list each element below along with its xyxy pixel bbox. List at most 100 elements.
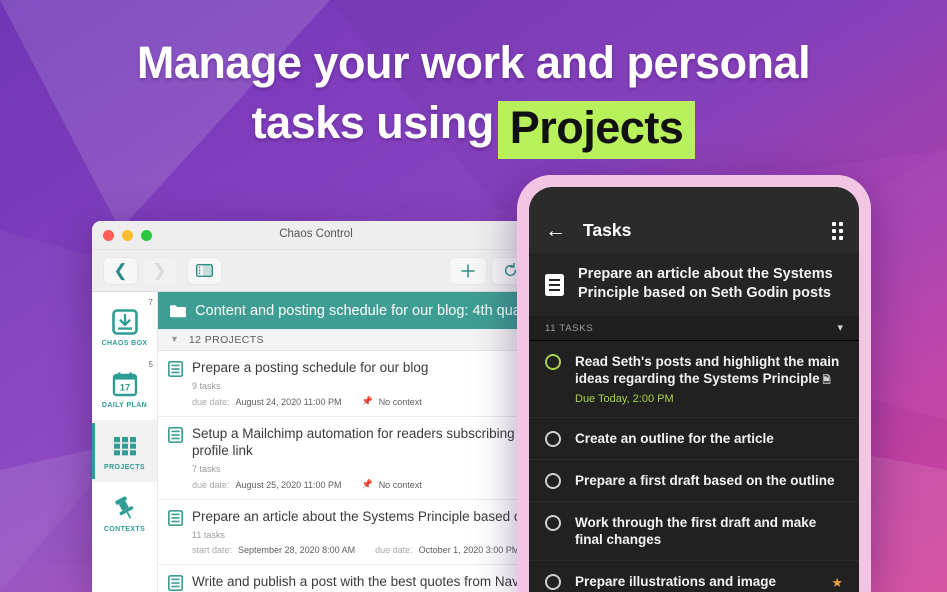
phone-task-row[interactable]: Read Seth's posts and highlight the main… [529, 341, 859, 418]
task-checkbox[interactable] [545, 473, 561, 489]
project-meta: due date: August 24, 2020 11:00 PM 📌 No … [192, 396, 530, 407]
project-row[interactable]: Prepare an article about the Systems Pri… [158, 500, 540, 565]
task-content: Prepare a first draft based on the outli… [575, 472, 843, 489]
sidebar-label-chaos-box: CHAOS BOX [101, 339, 148, 347]
pin-icon: 📌 [361, 396, 373, 406]
toggle-sidebar-button[interactable] [188, 257, 221, 284]
phone-task-row[interactable]: Prepare a first draft based on the outli… [529, 460, 859, 502]
task-content: Create an outline for the article [575, 430, 843, 447]
phone-screen: ← Tasks Prepare an article about the Sys… [529, 187, 859, 592]
task-checkbox[interactable] [545, 515, 561, 531]
due-date-label: due date: [192, 396, 230, 407]
sidebar-badge-chaos-box: 7 [148, 298, 153, 307]
phone-screen-title: Tasks [583, 220, 632, 240]
start-date-label: start date: [192, 545, 233, 555]
task-title: Prepare illustrations and image [575, 574, 777, 589]
phone-app-bar: ← Tasks [529, 208, 859, 253]
start-date-value: September 28, 2020 8:00 AM [238, 545, 356, 555]
phone-mockup: ← Tasks Prepare an article about the Sys… [517, 175, 871, 592]
project-icon [168, 510, 183, 526]
task-checkbox[interactable] [545, 431, 561, 447]
sidebar-label-projects: PROJECTS [104, 463, 145, 471]
task-checkbox[interactable] [545, 354, 561, 370]
project-header-bar[interactable]: Content and posting schedule for our blo… [158, 292, 540, 329]
chevron-down-icon: ▼ [170, 334, 179, 344]
desktop-app-window: Chaos Control ❮ ❯ 7 CHAOS BOX 5 17 DAILY… [92, 221, 540, 592]
star-icon[interactable]: ★ [831, 575, 843, 591]
back-arrow-icon[interactable]: ← [545, 220, 566, 241]
note-icon: 🗎 [822, 375, 831, 386]
project-icon [545, 273, 564, 296]
plus-icon [461, 264, 475, 277]
forward-button[interactable]: ❯ [143, 257, 176, 284]
phone-tasks-section-header[interactable]: 11 TASKS ▾ [529, 316, 859, 341]
task-content: Read Seth's posts and highlight the main… [575, 353, 843, 405]
window-toolbar: ❮ ❯ [92, 250, 540, 292]
task-checkbox[interactable] [545, 574, 561, 590]
window-body: 7 CHAOS BOX 5 17 DAILY PLAN PROJECTS CON… [92, 292, 540, 592]
projects-section-header[interactable]: ▼ 12 PROJECTS [158, 329, 540, 351]
window-title: Chaos Control [279, 228, 353, 240]
sidebar-badge-daily-plan: 5 [148, 360, 153, 369]
due-date-label: due date: [375, 545, 413, 555]
project-title: Setup a Mailchimp automation for readers… [192, 426, 530, 458]
task-title: Read Seth's posts and highlight the main… [575, 353, 843, 389]
project-meta: start date: September 28, 2020 8:00 AM d… [192, 545, 530, 555]
project-body: Prepare an article about the Systems Pri… [192, 508, 540, 555]
project-body: Write and publish a post with the best q… [192, 573, 540, 592]
grid-icon [113, 436, 136, 455]
task-content: Work through the first draft and make fi… [575, 514, 843, 548]
project-icon [168, 575, 183, 591]
add-item-button[interactable] [450, 257, 486, 284]
refresh-icon [504, 263, 516, 277]
folder-icon [170, 304, 187, 317]
calendar-icon: 17 [112, 371, 137, 396]
phone-task-row[interactable]: Work through the first draft and make fi… [529, 502, 859, 561]
phone-status-bar [529, 187, 859, 208]
task-title: Create an outline for the article [575, 431, 774, 446]
project-meta: due date: August 25, 2020 11:00 PM 📌 No … [192, 479, 530, 490]
projects-list-pane: Content and posting schedule for our blo… [158, 292, 540, 592]
project-title: Write and publish a post with the best q… [192, 574, 540, 589]
due-date-label: due date: [192, 479, 230, 490]
phone-task-row[interactable]: Create an outline for the article [529, 418, 859, 460]
task-content: Prepare illustrations and image [575, 573, 809, 590]
task-title-text: Read Seth's posts and highlight the main… [575, 354, 840, 386]
project-icon [168, 427, 183, 443]
sidebar-label-daily-plan: DAILY PLAN [101, 401, 148, 409]
grid-menu-icon[interactable] [832, 221, 843, 240]
svg-text:17: 17 [119, 382, 130, 393]
project-context: No context [378, 396, 422, 407]
due-date-value: August 24, 2020 11:00 PM [235, 396, 342, 407]
chevron-left-icon: ❮ [113, 261, 128, 280]
due-date-value: August 25, 2020 11:00 PM [235, 479, 342, 490]
project-task-count: 7 tasks [192, 464, 221, 474]
project-context: No context [378, 479, 422, 490]
project-title: Prepare a posting schedule for our blog [192, 360, 429, 375]
sidebar-icon [196, 264, 213, 277]
sidebar-item-daily-plan[interactable]: 5 17 DAILY PLAN [92, 358, 157, 420]
pin-icon: 📌 [361, 479, 373, 489]
back-button[interactable]: ❮ [104, 257, 137, 284]
task-due-label: Due Today, 2:00 PM [575, 393, 674, 405]
project-body: Prepare a posting schedule for our blog … [192, 359, 530, 407]
project-task-count: 9 tasks [192, 381, 221, 391]
chevron-down-icon: ▾ [837, 321, 843, 334]
project-row[interactable]: Prepare a posting schedule for our blog … [158, 351, 540, 417]
sidebar-item-contexts[interactable]: CONTEXTS [92, 482, 157, 544]
inbox-icon [111, 308, 138, 335]
pin-icon [114, 495, 133, 518]
sidebar-item-chaos-box[interactable]: 7 CHAOS BOX [92, 296, 157, 358]
chevron-right-icon: ❯ [152, 261, 167, 280]
phone-task-row[interactable]: Prepare illustrations and image ★ [529, 561, 859, 592]
phone-tasks-count-label: 11 TASKS [545, 322, 594, 334]
phone-project-header[interactable]: Prepare an article about the Systems Pri… [529, 253, 859, 316]
project-row[interactable]: Write and publish a post with the best q… [158, 565, 540, 592]
project-body: Setup a Mailchimp automation for readers… [192, 425, 530, 490]
app-sidebar: 7 CHAOS BOX 5 17 DAILY PLAN PROJECTS CON… [92, 292, 158, 592]
sidebar-label-contexts: CONTEXTS [103, 525, 146, 533]
phone-project-title: Prepare an article about the Systems Pri… [578, 266, 833, 301]
project-row[interactable]: Setup a Mailchimp automation for readers… [158, 417, 540, 500]
due-date-value: October 1, 2020 3:00 PM [418, 545, 520, 555]
sidebar-item-projects[interactable]: PROJECTS [92, 420, 157, 482]
